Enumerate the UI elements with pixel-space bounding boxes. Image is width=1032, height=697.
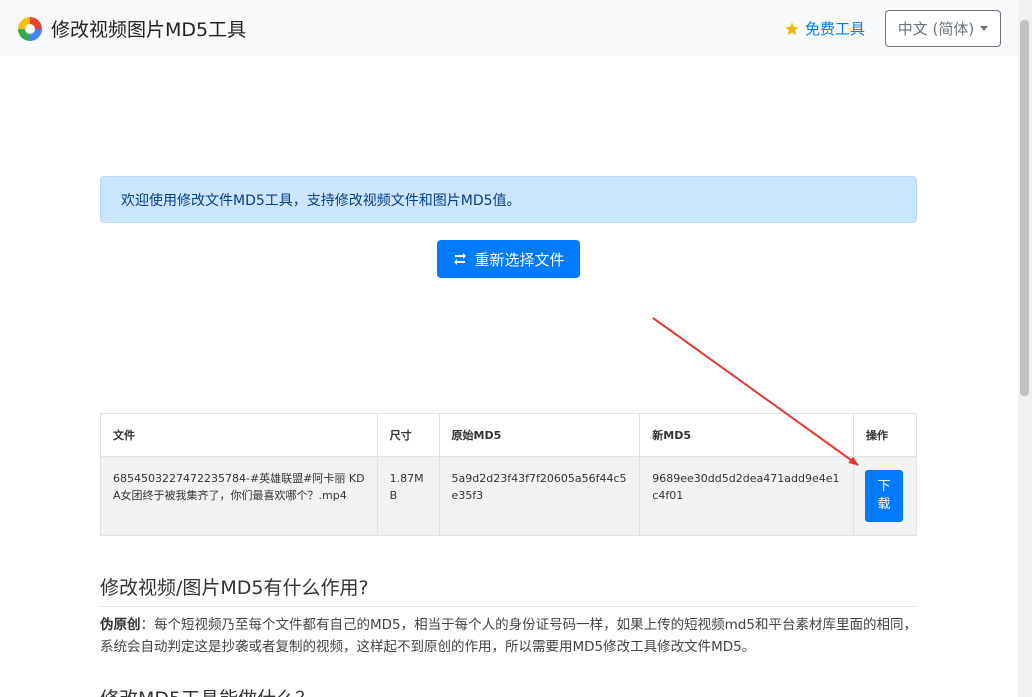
star-icon (785, 21, 799, 35)
para-bold-term: 伪原创 (100, 617, 141, 633)
section-heading-purpose: 修改视频/图片MD5有什么作用? (100, 577, 369, 599)
language-label: 中文 (简体) (897, 20, 975, 38)
app-title: 修改视频图片MD5工具 (51, 19, 247, 41)
column-header-file: 文件 (100, 413, 378, 457)
reselect-file-label: 重新选择文件 (474, 250, 565, 269)
cell-new-md5: 9689ee30dd5d2dea471add9e4e1c4f01 (639, 456, 854, 536)
section-heading-capabilities: 修改MD5工具能做什么？ (100, 684, 314, 697)
column-header-new-md5: 新MD5 (639, 413, 854, 457)
heading-divider (100, 606, 917, 607)
sync-icon (454, 253, 467, 265)
language-dropdown[interactable]: 中文 (简体) (885, 10, 1001, 47)
cell-original-md5: 5a9d2d23f43f7f20605a56f44c5e35f3 (438, 456, 641, 536)
table-row: 6854503227472235784-#英雄联盟#阿卡丽 KDA女团终于被我集… (100, 456, 918, 536)
cell-operation: 下载 (852, 456, 918, 536)
navbar: 修改视频图片MD5工具 免费工具 中文 (简体) (0, 0, 1018, 56)
scrollbar-thumb[interactable] (1020, 20, 1029, 396)
brand[interactable]: 修改视频图片MD5工具 (17, 15, 246, 42)
download-button[interactable]: 下载 (864, 470, 903, 522)
cell-file-name: 6854503227472235784-#英雄联盟#阿卡丽 KDA女团终于被我集… (100, 456, 378, 536)
welcome-alert: 欢迎使用修改文件MD5工具，支持修改视频文件和图片MD5值。 (100, 176, 917, 223)
free-tools-link[interactable]: 免费工具 (784, 18, 865, 39)
free-tools-label: 免费工具 (805, 20, 866, 38)
logo-icon (18, 16, 42, 41)
cell-file-size: 1.87MB (376, 456, 440, 536)
column-header-size: 尺寸 (376, 413, 440, 457)
table-header-row: 文件 尺寸 原始MD5 新MD5 操作 (100, 413, 918, 457)
caret-down-icon (980, 26, 989, 31)
alert-message: 欢迎使用修改文件MD5工具，支持修改视频文件和图片MD5值。 (121, 193, 521, 209)
para-text: ：每个短视频乃至每个文件都有自己的MD5，相当于每个人的身份证号码一样，如果上传… (100, 617, 917, 655)
reselect-file-button[interactable]: 重新选择文件 (437, 240, 580, 278)
column-header-operation: 操作 (852, 413, 918, 457)
column-header-original-md5: 原始MD5 (438, 413, 641, 457)
section-paragraph: 伪原创：每个短视频乃至每个文件都有自己的MD5，相当于每个人的身份证号码一样，如… (100, 614, 920, 658)
file-table: 文件 尺寸 原始MD5 新MD5 操作 6854503227472235784-… (100, 413, 918, 536)
